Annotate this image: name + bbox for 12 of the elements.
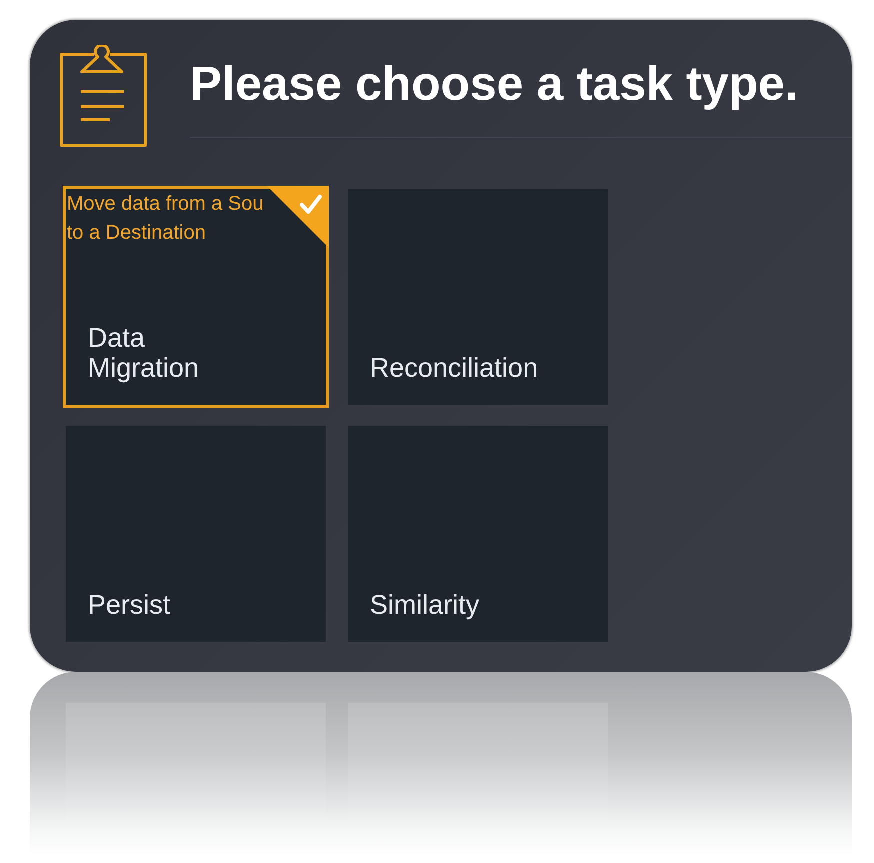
tile-label: Reconciliation — [370, 353, 538, 383]
task-tile[interactable]: Similarity — [348, 426, 608, 642]
tile-label: Similarity — [370, 590, 480, 620]
task-tile[interactable]: Reconciliation — [348, 189, 608, 405]
task-tile[interactable]: Move data from a Sou to a Destination Data Migration — [63, 186, 329, 408]
tile-label: Persist — [88, 590, 171, 620]
tile-description: Move data from a Sou to a Destination — [67, 192, 264, 246]
tile-label: Data Migration — [88, 323, 200, 383]
clipboard-icon — [59, 45, 149, 149]
page-title: Please choose a task type. — [190, 57, 798, 113]
check-corner-icon — [267, 186, 329, 248]
task-tile[interactable]: Persist — [66, 426, 326, 642]
